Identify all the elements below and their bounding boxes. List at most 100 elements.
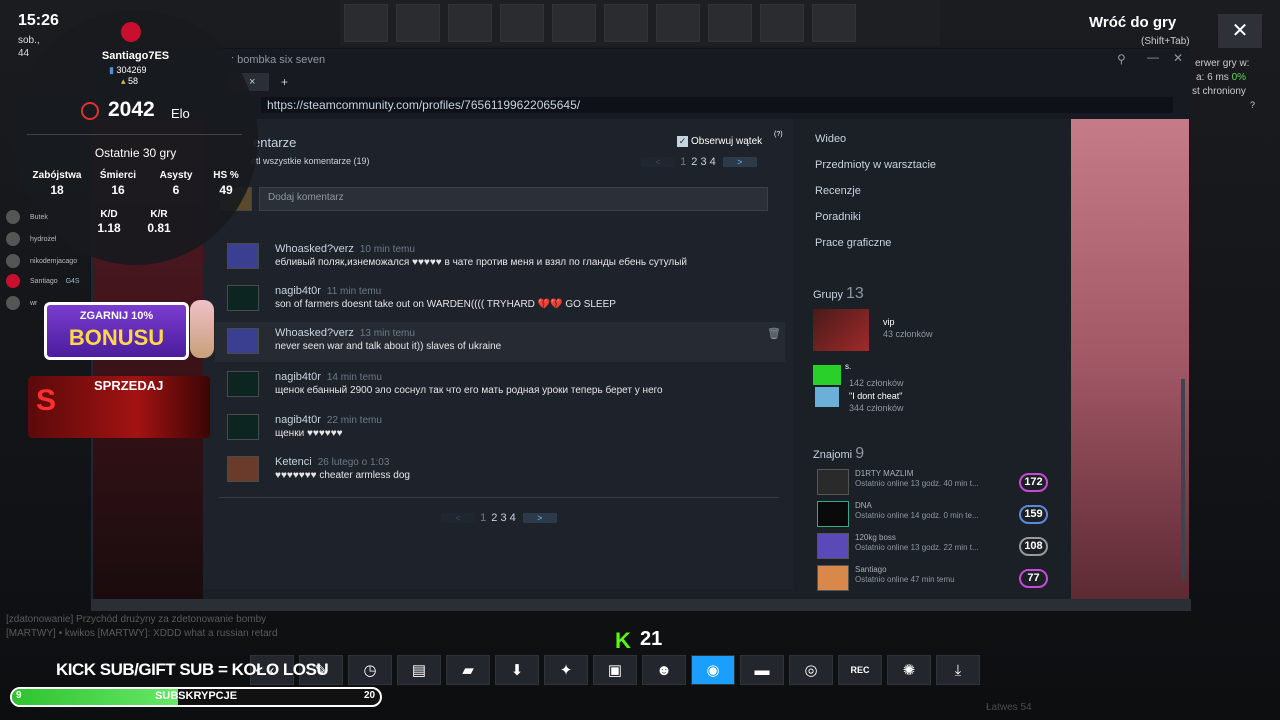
groups-heading[interactable]: Grupy 13 [813,285,864,303]
comment-author[interactable]: Ketenci [275,456,312,468]
comment-avatar[interactable] [227,414,259,440]
record-button[interactable]: REC [838,655,882,685]
stat-kills-value: 18 [50,183,64,197]
page-3[interactable]: 3 [700,156,706,168]
group-avatar[interactable] [813,309,869,351]
loss-value: 0% [1231,72,1247,83]
comment-avatar[interactable] [227,285,259,311]
follow-thread-label[interactable]: Obserwuj wątek [691,136,762,147]
notes-button[interactable]: ▤ [397,655,441,685]
pin-icon[interactable]: ⚲ [1117,52,1126,66]
link-videos[interactable]: Wideo [815,133,846,145]
close-overlay-button[interactable]: ✕ [1218,14,1262,48]
wrench-button[interactable]: ✦ [544,655,588,685]
page-4[interactable]: 4 [710,156,716,168]
gallery-button[interactable]: ▣ [593,655,637,685]
comment-avatar[interactable] [227,328,259,354]
friends-button[interactable]: ☻ [642,655,686,685]
next-page-button[interactable]: > [722,157,757,167]
group-name[interactable]: vip [883,317,895,327]
player-row: wr [6,296,37,310]
comment-author[interactable]: nagib4t0r [275,285,321,297]
info-icon[interactable]: ? [1250,100,1255,110]
player-row: Butek [6,210,48,224]
player-avatar [6,232,20,246]
group-members: 43 członków [883,329,933,339]
show-all-comments-link[interactable]: etl wszystkie komentarze (19) [251,156,370,166]
player-row: nikodemjacago [6,254,77,268]
link-artwork[interactable]: Prace graficzne [815,237,891,249]
divider [27,134,242,135]
link-reviews[interactable]: Recenzje [815,185,861,197]
page-4[interactable]: 4 [510,512,516,524]
level-icon [81,102,99,120]
page-3[interactable]: 3 [500,512,506,524]
friends-icon: ☻ [656,661,672,679]
player-avatar [6,274,20,288]
prev-page-button[interactable]: < [641,157,675,167]
minimize-window-icon[interactable]: — [1147,50,1159,64]
stat-assists-label: Asysty [159,170,193,181]
player-avatar [6,210,20,224]
add-comment-input[interactable]: Dodaj komentarz [259,187,768,211]
sell-banner[interactable]: S SPRZEDAJ [28,376,210,438]
controller-button[interactable]: ▬ [740,655,784,685]
friend-item[interactable]: DNA Ostatnio online 14 godz. 0 min te...… [817,501,1057,529]
help-icon[interactable]: (?) [774,131,783,138]
page-2[interactable]: 2 [691,156,697,168]
scoreboard-avatars [340,0,940,46]
chat-button[interactable]: ▰ [446,655,490,685]
minimize-button[interactable]: ⤓ [936,655,980,685]
group-avatar[interactable] [813,365,841,385]
comment-text: щенок ебанный 2900 эло соснул так что ег… [275,385,663,396]
url-input[interactable]: https://steamcommunity.com/profiles/7656… [261,97,1173,113]
checkbox-icon[interactable]: ✓ [677,136,688,147]
comment-author[interactable]: Whoasked?verz [275,327,354,339]
comment-time: 10 min temu [359,244,415,255]
friends-heading[interactable]: Znajomi 9 [813,445,864,463]
comment-item: Whoasked?verz 13 min temu never seen war … [215,322,785,362]
comment-author[interactable]: nagib4t0r [275,371,321,383]
page-2[interactable]: 2 [491,512,497,524]
close-window-icon[interactable]: ✕ [1173,51,1183,65]
groups-label: Grupy [813,289,843,301]
scrollbar[interactable] [1181,379,1185,579]
chat-line: [zdatonowanie] Przychód drużyny za zdeto… [6,614,267,625]
record-icon: REC [850,665,870,675]
thumbs-icon: ▮ [109,65,114,75]
clock: 15:26 [18,12,59,29]
page-1[interactable]: 1 [480,512,486,524]
bonus-banner[interactable]: ZGARNIJ 10% BONUSU [44,302,189,360]
browser-button[interactable]: ◉ [691,655,735,685]
kr-value: 0.81 [147,221,171,235]
trash-icon[interactable]: 🗑 [767,327,781,340]
kick-sub-banner: KICK SUB/GIFT SUB = KOŁO LOSU [56,660,329,679]
comment-avatar[interactable] [227,371,259,397]
comment-author[interactable]: nagib4t0r [275,414,321,426]
subscription-progress-bar: 9 SUBSKRYPCJE 20 [10,687,382,707]
comment-time: 13 min temu [359,328,415,339]
friend-item[interactable]: 120kg boss Ostatnio online 13 godz. 22 m… [817,533,1057,561]
comment-author[interactable]: Whoasked?verz [275,243,354,255]
settings-button[interactable]: ✺ [887,655,931,685]
new-tab-button[interactable]: + [281,75,288,89]
link-guides[interactable]: Poradniki [815,211,861,223]
globe-button[interactable]: ◎ [789,655,833,685]
friend-item[interactable]: Santiago Ostatnio online 47 min temu 77 [817,565,1057,593]
prev-page-button[interactable]: < [441,513,475,523]
comment-avatar[interactable] [227,243,259,269]
group-name[interactable]: "I dont cheat" [849,391,902,401]
return-to-game-label[interactable]: Wróć do gry [1089,14,1176,31]
group-avatar[interactable] [815,387,839,407]
friend-item[interactable]: D1RTY MAZLIM Ostatnio online 13 godz. 40… [817,469,1057,497]
page-1[interactable]: 1 [680,156,686,168]
tab-close-icon[interactable]: × [249,76,255,88]
download-button[interactable]: ⬇ [495,655,539,685]
clock-button[interactable]: ◷ [348,655,392,685]
next-page-button[interactable]: > [522,513,557,523]
player-avatar [6,296,20,310]
comment-avatar[interactable] [227,456,259,482]
group-name[interactable]: s. [845,362,851,371]
stat-kills-label: Zabójstwa [32,170,82,181]
link-workshop[interactable]: Przedmioty w warsztacie [815,159,936,171]
